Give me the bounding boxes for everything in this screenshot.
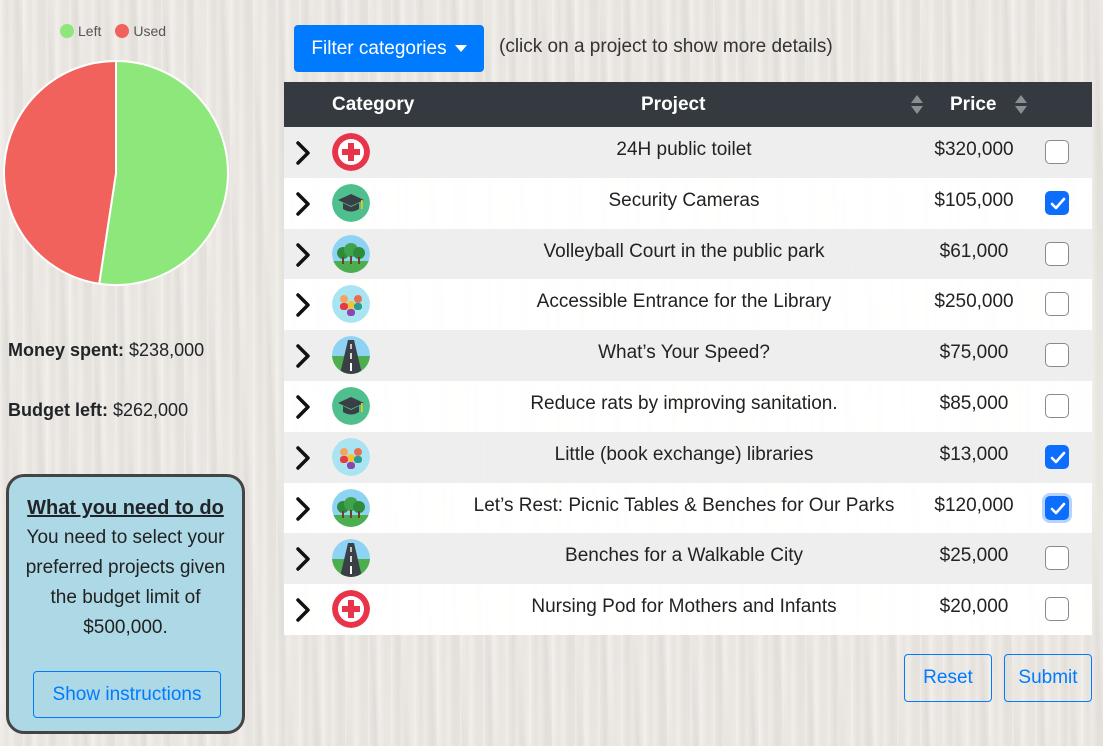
chevron-right-icon[interactable]	[294, 343, 312, 369]
projects-table: Category Project Price 24H public toilet…	[284, 82, 1092, 635]
project-price: $25,000	[939, 545, 1009, 567]
reset-button[interactable]: Reset	[904, 654, 992, 702]
parks-icon	[332, 488, 370, 527]
table-row[interactable]: 24H public toilet $320,000	[284, 127, 1092, 178]
table-row[interactable]: Let’s Rest: Picnic Tables & Benches for …	[284, 482, 1092, 534]
project-select-checkbox[interactable]	[1045, 546, 1069, 571]
table-row[interactable]: What’s Your Speed? $75,000	[284, 330, 1092, 381]
education-icon	[332, 386, 370, 425]
chart-legend: Left Used	[60, 23, 166, 39]
roads-icon	[332, 336, 370, 375]
money-spent-value: $238,000	[129, 340, 205, 360]
caret-down-icon	[454, 45, 467, 52]
project-name[interactable]: Let’s Rest: Picnic Tables & Benches for …	[444, 495, 924, 517]
community-icon	[332, 437, 370, 476]
table-row[interactable]: Benches for a Walkable City $25,000	[284, 533, 1092, 585]
project-name[interactable]: Little (book exchange) libraries	[444, 444, 924, 466]
project-select-checkbox[interactable]	[1045, 241, 1069, 266]
legend-used-label: Used	[133, 23, 167, 39]
health-icon	[332, 133, 370, 171]
legend-item-left[interactable]: Left	[60, 23, 101, 39]
project-price: $75,000	[939, 342, 1009, 364]
money-spent-stat: Money spent: $238,000	[8, 340, 204, 361]
budget-left-stat: Budget left: $262,000	[8, 400, 188, 421]
header-price[interactable]: Price	[950, 82, 996, 127]
roads-icon	[332, 539, 370, 578]
chevron-right-icon[interactable]	[294, 597, 312, 623]
instructions-text: You need to select your preferred projec…	[25, 527, 226, 638]
education-icon	[332, 183, 370, 222]
health-icon	[332, 590, 370, 629]
legend-item-used[interactable]: Used	[115, 23, 166, 39]
pie-slice-used[interactable]	[3, 60, 117, 285]
money-spent-label: Money spent:	[8, 340, 125, 360]
table-row[interactable]: Reduce rats by improving sanitation. $85,…	[284, 380, 1092, 432]
table-header: Category Project Price	[284, 82, 1092, 127]
chevron-right-icon[interactable]	[294, 496, 312, 522]
community-icon	[332, 285, 370, 324]
table-row[interactable]: Security Cameras $105,000	[284, 177, 1092, 229]
chevron-right-icon[interactable]	[294, 445, 312, 471]
chevron-right-icon[interactable]	[294, 242, 312, 268]
project-name[interactable]: Accessible Entrance for the Library	[444, 291, 924, 313]
project-name[interactable]: 24H public toilet	[444, 139, 924, 161]
project-select-checkbox[interactable]	[1045, 597, 1069, 622]
table-row[interactable]: Volleyball Court in the public park $61,0…	[284, 228, 1092, 280]
project-price: $61,000	[939, 240, 1009, 262]
project-name[interactable]: Reduce rats by improving sanitation.	[444, 393, 924, 415]
project-price: $20,000	[939, 596, 1009, 618]
project-price: $250,000	[934, 291, 1014, 313]
pie-slice-left[interactable]	[98, 60, 229, 286]
chevron-right-icon[interactable]	[294, 394, 312, 420]
legend-left-label: Left	[78, 23, 102, 39]
project-select-checkbox[interactable]	[1045, 343, 1069, 368]
sort-project-icon[interactable]	[911, 95, 923, 115]
project-select-checkbox[interactable]	[1045, 393, 1069, 418]
instructions-box: What you need to do You need to select y…	[6, 474, 245, 734]
project-name[interactable]: Benches for a Walkable City	[444, 545, 924, 567]
project-price: $120,000	[934, 494, 1014, 516]
project-price: $85,000	[939, 392, 1009, 414]
project-name[interactable]: Volleyball Court in the public park	[444, 241, 924, 263]
project-select-checkbox[interactable]	[1045, 190, 1069, 215]
table-body: 24H public toilet $320,000 Security Camera…	[284, 127, 1092, 635]
show-instructions-button[interactable]: Show instructions	[33, 671, 221, 718]
project-select-checkbox[interactable]	[1045, 140, 1069, 164]
budget-left-label: Budget left:	[8, 400, 108, 420]
table-row[interactable]: Accessible Entrance for the Library $250,…	[284, 279, 1092, 331]
chevron-right-icon[interactable]	[294, 546, 312, 572]
filter-categories-label: Filter categories	[311, 37, 447, 59]
chevron-right-icon[interactable]	[294, 140, 312, 166]
submit-button[interactable]: Submit	[1004, 654, 1092, 702]
legend-used-swatch	[115, 24, 130, 38]
sort-price-icon[interactable]	[1015, 95, 1027, 115]
project-price: $320,000	[934, 139, 1014, 160]
project-price: $13,000	[939, 443, 1009, 465]
project-name[interactable]: What’s Your Speed?	[444, 342, 924, 364]
table-row[interactable]: Little (book exchange) libraries $13,000	[284, 431, 1092, 483]
budget-left-value: $262,000	[113, 400, 189, 420]
project-select-checkbox[interactable]	[1045, 292, 1069, 317]
header-category[interactable]: Category	[332, 82, 414, 127]
filter-categories-button[interactable]: Filter categories	[294, 25, 484, 72]
legend-left-swatch	[60, 24, 74, 38]
project-select-checkbox[interactable]	[1045, 444, 1069, 469]
chevron-right-icon[interactable]	[294, 292, 312, 318]
table-row[interactable]: Nursing Pod for Mothers and Infants $20,0…	[284, 584, 1092, 635]
details-hint: (click on a project to show more details…	[499, 36, 833, 57]
project-name[interactable]: Security Cameras	[444, 190, 924, 212]
project-name[interactable]: Nursing Pod for Mothers and Infants	[444, 596, 924, 618]
project-price: $105,000	[934, 189, 1014, 211]
parks-icon	[332, 234, 370, 273]
budget-pie-chart	[3, 60, 229, 286]
project-select-checkbox[interactable]	[1045, 495, 1069, 520]
instructions-title: What you need to do	[27, 497, 224, 519]
header-project[interactable]: Project	[641, 82, 705, 127]
chevron-right-icon[interactable]	[294, 191, 312, 217]
